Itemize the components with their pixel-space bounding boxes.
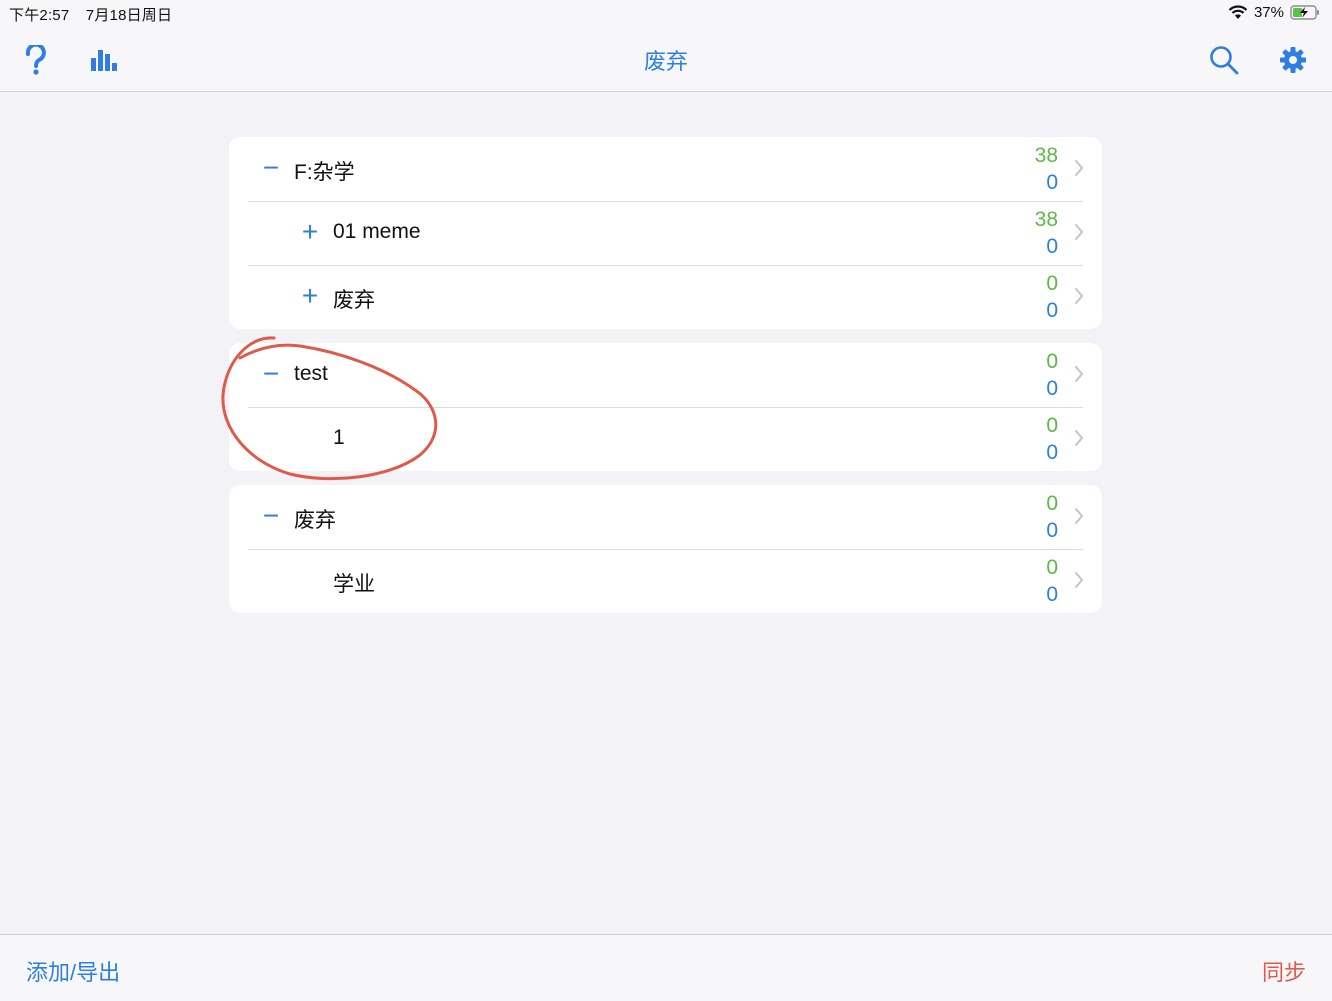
settings-button[interactable] bbox=[1275, 42, 1311, 78]
page-title: 废弃 bbox=[643, 49, 688, 74]
new-count: 0 bbox=[1046, 556, 1058, 579]
row-divider bbox=[248, 549, 1083, 550]
deck-name: 废弃 bbox=[294, 509, 336, 532]
deck-group-test: − test 0 0 1 0 0 bbox=[229, 343, 1102, 471]
new-count: 38 bbox=[1034, 208, 1058, 231]
deck-name: test bbox=[294, 362, 328, 385]
deck-row[interactable]: + 废弃 0 0 bbox=[229, 265, 1102, 329]
collapse-button[interactable]: − bbox=[258, 154, 284, 182]
settings-icon bbox=[1280, 47, 1306, 73]
status-right: 37% bbox=[1228, 4, 1320, 21]
chevron-right-icon bbox=[1075, 288, 1084, 304]
deck-name: 01 meme bbox=[333, 220, 421, 243]
deck-row[interactable]: 学业 0 0 bbox=[229, 549, 1102, 613]
new-count: 0 bbox=[1046, 272, 1058, 295]
due-count: 0 bbox=[1046, 235, 1058, 258]
deck-name: F:杂学 bbox=[294, 161, 355, 184]
search-button[interactable] bbox=[1206, 42, 1242, 78]
deck-name: 1 bbox=[333, 426, 345, 449]
chevron-right-icon bbox=[1075, 572, 1084, 588]
status-time: 下午2:57 bbox=[9, 7, 70, 24]
deck-row[interactable]: − test 0 0 bbox=[229, 343, 1102, 407]
due-count: 0 bbox=[1046, 583, 1058, 606]
battery-percent: 37% bbox=[1253, 4, 1284, 21]
chevron-right-icon bbox=[1075, 366, 1084, 382]
new-count: 0 bbox=[1046, 492, 1058, 515]
search-icon bbox=[1210, 46, 1239, 75]
row-divider bbox=[248, 265, 1083, 266]
due-count: 0 bbox=[1046, 171, 1058, 194]
row-divider bbox=[248, 201, 1083, 202]
expand-button[interactable]: + bbox=[297, 282, 323, 310]
due-count: 0 bbox=[1046, 377, 1058, 400]
deck-group-f-zaxue: − F:杂学 38 0 + 01 meme 38 0 + 废弃 0 0 bbox=[229, 137, 1102, 329]
new-count: 0 bbox=[1046, 414, 1058, 437]
deck-row[interactable]: − F:杂学 38 0 bbox=[229, 137, 1102, 201]
battery-charging-icon bbox=[1290, 5, 1319, 20]
bottom-toolbar: 添加/导出 同步 bbox=[0, 934, 1332, 1001]
status-left: 下午2:57 7月18日周日 bbox=[9, 4, 184, 25]
due-count: 0 bbox=[1046, 441, 1058, 464]
chevron-right-icon bbox=[1075, 224, 1084, 240]
add-export-button[interactable]: 添加/导出 bbox=[26, 955, 120, 987]
deck-row[interactable]: + 01 meme 38 0 bbox=[229, 201, 1102, 265]
wifi-icon bbox=[1228, 5, 1248, 19]
due-count: 0 bbox=[1046, 519, 1058, 542]
collapse-button[interactable]: − bbox=[258, 502, 284, 530]
chevron-right-icon bbox=[1075, 430, 1084, 446]
collapse-button[interactable]: − bbox=[258, 360, 284, 388]
deck-name: 废弃 bbox=[333, 289, 375, 312]
nav-bar: 废弃 bbox=[0, 28, 1332, 92]
sync-button[interactable]: 同步 bbox=[1262, 955, 1306, 987]
chevron-right-icon bbox=[1075, 508, 1084, 524]
status-bar: 下午2:57 7月18日周日 37% bbox=[0, 0, 1332, 28]
deck-row[interactable]: 1 0 0 bbox=[229, 407, 1102, 471]
status-date: 7月18日周日 bbox=[85, 7, 173, 24]
due-count: 0 bbox=[1046, 299, 1058, 322]
new-count: 0 bbox=[1046, 350, 1058, 373]
row-divider bbox=[248, 407, 1083, 408]
new-count: 38 bbox=[1034, 144, 1058, 167]
deck-row[interactable]: − 废弃 0 0 bbox=[229, 485, 1102, 549]
deck-name: 学业 bbox=[333, 573, 375, 596]
chevron-right-icon bbox=[1075, 160, 1084, 176]
deck-group-feiqi: − 废弃 0 0 学业 0 0 bbox=[229, 485, 1102, 613]
expand-button[interactable]: + bbox=[297, 218, 323, 246]
